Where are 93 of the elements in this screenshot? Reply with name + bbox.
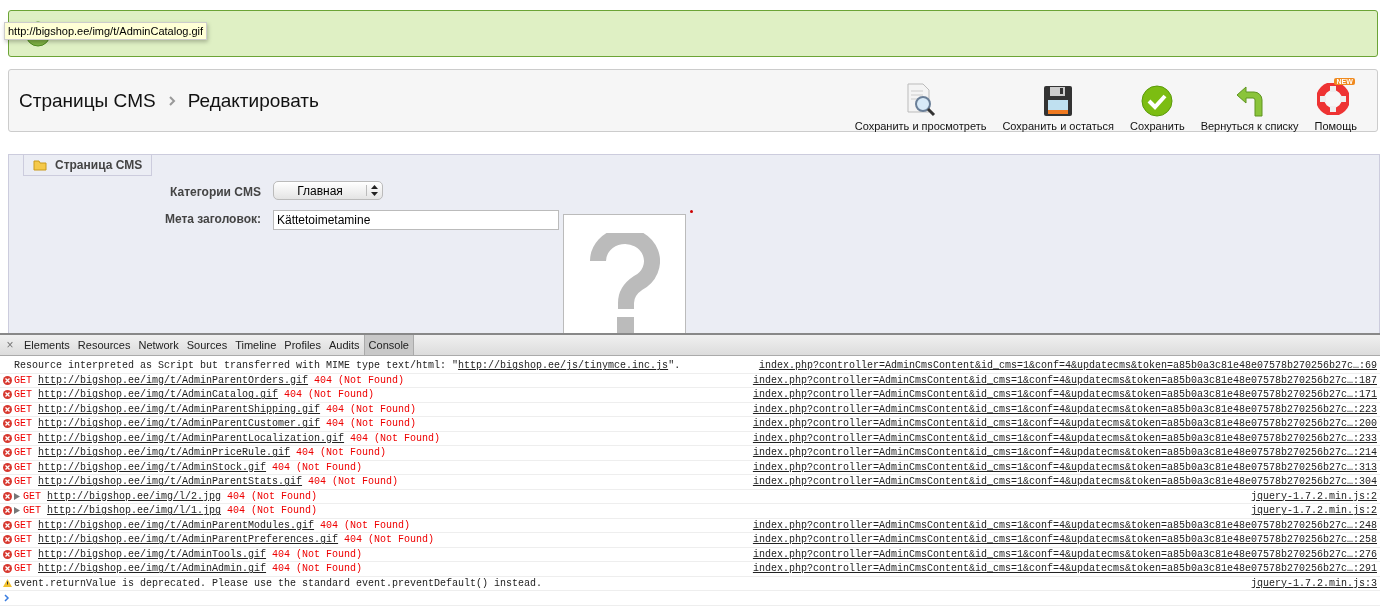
console-message: event.returnValue is deprecated. Please use the standard event.preventDefault() instead. [14, 577, 543, 589]
console-message: GET http://bigshop.ee/img/t/AdminParentLocalization.gif 404 (Not Found) [14, 432, 441, 444]
console-message: Resource interpreted as Script but transferred with MIME type text/html: "http://bigshop.ee/js/tinymce.inc.js". [14, 360, 681, 372]
source-link[interactable]: index.php?controller=AdminCmsContent&id_cms=1&conf=4&updatecms&token=a85b0a3c81e48e07578b270256b27c…:200 [752, 418, 1377, 430]
error-icon [2, 520, 12, 530]
devtools-tab[interactable]: Audits [325, 335, 364, 355]
warning-icon [2, 579, 12, 588]
devtools-tab[interactable]: Network [134, 335, 183, 355]
error-icon [2, 375, 12, 385]
source-link[interactable]: index.php?controller=AdminCmsContent&id_cms=1&conf=4&updatecms&token=a85b0a3c81e48e07578b270256b27c…:291 [752, 563, 1377, 575]
toolbar-button[interactable]: Вернуться к списку [1192, 84, 1307, 132]
source-link[interactable]: index.php?controller=AdminCmsContent&id_cms=1&conf=4&updatecms&token=a85b0a3c81e48e07578b270256b27c…:304 [752, 476, 1377, 488]
error-icon [2, 462, 12, 472]
url-link[interactable]: http://bigshop.ee/img/t/AdminParentPreferences.gif [38, 534, 339, 546]
error-icon [2, 419, 12, 429]
url-link[interactable]: http://bigshop.ee/img/l/1.jpg [47, 505, 222, 517]
toolbar-button[interactable]: Сохранить [1122, 84, 1193, 132]
error-icon [2, 549, 12, 559]
toolbar-button[interactable]: Сохранить и остаться [994, 84, 1122, 132]
error-icon [2, 448, 12, 458]
error-icon [2, 535, 12, 545]
url-link[interactable]: http://bigshop.ee/img/t/AdminParentCustomer.gif [38, 418, 321, 430]
error-icon [2, 564, 12, 574]
console-message: GET http://bigshop.ee/img/t/AdminParentCustomer.gif 404 (Not Found) [14, 418, 417, 430]
document-magnifier-icon [904, 82, 937, 117]
console-message: GET http://bigshop.ee/img/l/2.jpg 404 (Not Found) [23, 490, 318, 502]
console-message: GET http://bigshop.ee/img/t/AdminParentModules.gif 404 (Not Found) [14, 519, 411, 531]
category-select[interactable]: Главная [273, 181, 383, 200]
folder-icon [33, 159, 47, 171]
source-link[interactable]: index.php?controller=AdminCmsContent&id_cms=1&conf=4&updatecms&token=a85b0a3c81e48e07578b270256b27c…:69 [758, 360, 1377, 372]
console-message: GET http://bigshop.ee/img/t/AdminTools.gif 404 (Not Found) [14, 548, 363, 560]
console-message: GET http://bigshop.ee/img/t/AdminStock.gif 404 (Not Found) [14, 461, 363, 473]
url-link[interactable]: http://bigshop.ee/img/l/2.jpg [47, 490, 222, 502]
devtools-tab[interactable]: Elements [20, 335, 74, 355]
url-link[interactable]: http://bigshop.ee/img/t/AdminAdmin.gif [38, 563, 267, 575]
console-message: GET http://bigshop.ee/img/t/AdminParentShipping.gif 404 (Not Found) [14, 403, 417, 415]
url-link[interactable]: http://bigshop.ee/img/t/AdminParentShipping.gif [38, 403, 321, 415]
url-link[interactable]: http://bigshop.ee/img/t/AdminPriceRule.gif [38, 447, 291, 459]
devtools-tab[interactable]: Sources [182, 335, 232, 355]
error-icon [2, 404, 12, 414]
console-message: GET http://bigshop.ee/img/t/AdminParentPreferences.gif 404 (Not Found) [14, 534, 435, 546]
toolbar-button[interactable]: Сохранить и просмотреть [846, 82, 995, 132]
devtools-tab[interactable]: Timeline [231, 335, 281, 355]
url-link[interactable]: http://bigshop.ee/img/t/AdminParentLocalization.gif [38, 432, 345, 444]
input-field[interactable]: Kättetoimetamine [273, 210, 559, 230]
return-arrow-icon [1234, 84, 1265, 117]
devtools-tab[interactable]: Profiles [280, 335, 325, 355]
source-link[interactable]: jquery-1.7.2.min.js:3 [1250, 577, 1377, 589]
prompt-icon[interactable] [4, 593, 10, 602]
url-link[interactable]: http://bigshop.ee/img/t/AdminStock.gif [38, 461, 267, 473]
url-link[interactable]: http://bigshop.ee/img/t/AdminParentStats.gif [38, 476, 303, 488]
url-link[interactable]: http://bigshop.ee/js/tinymce.inc.js [458, 360, 669, 372]
source-link[interactable]: index.php?controller=AdminCmsContent&id_cms=1&conf=4&updatecms&token=a85b0a3c81e48e07578b270256b27c…:258 [752, 534, 1377, 546]
checkmark-icon [1141, 84, 1174, 117]
field-label: Мета заголовок: [163, 211, 262, 226]
field-label: Категории CMS [169, 183, 262, 199]
source-link[interactable]: index.php?controller=AdminCmsContent&id_cms=1&conf=4&updatecms&token=a85b0a3c81e48e07578b270256b27c…:187 [752, 374, 1377, 386]
source-link[interactable]: index.php?controller=AdminCmsContent&id_cms=1&conf=4&updatecms&token=a85b0a3c81e48e07578b270256b27c…:233 [752, 432, 1377, 444]
legend-title: Страница CMS [55, 158, 143, 172]
source-link[interactable]: index.php?controller=AdminCmsContent&id_cms=1&conf=4&updatecms&token=a85b0a3c81e48e07578b270256b27c…:223 [752, 403, 1377, 415]
devtools-tab[interactable]: Resources [73, 335, 135, 355]
expand-triangle-icon[interactable] [14, 492, 20, 500]
source-link[interactable]: index.php?controller=AdminCmsContent&id_cms=1&conf=4&updatecms&token=a85b0a3c81e48e07578b270256b27c…:276 [752, 548, 1377, 560]
source-link[interactable]: index.php?controller=AdminCmsContent&id_cms=1&conf=4&updatecms&token=a85b0a3c81e48e07578b270256b27c…:214 [752, 447, 1377, 459]
tooltip: http://bigshop.ee/img/t/AdminCatalog.gif [4, 22, 208, 40]
chevron-icon [167, 95, 176, 106]
console-message: GET http://bigshop.ee/img/t/AdminCatalog.gif 404 (Not Found) [14, 389, 375, 401]
console-message: GET http://bigshop.ee/img/t/AdminPriceRule.gif 404 (Not Found) [14, 447, 387, 459]
breadcrumb-item: Редактировать [187, 89, 319, 112]
error-icon [2, 477, 12, 487]
url-link[interactable]: http://bigshop.ee/img/t/AdminParentModules.gif [38, 519, 315, 531]
error-icon [2, 491, 12, 501]
source-link[interactable]: index.php?controller=AdminCmsContent&id_cms=1&conf=4&updatecms&token=a85b0a3c81e48e07578b270256b27c…:248 [752, 519, 1377, 531]
error-icon [2, 433, 12, 443]
console-message: GET http://bigshop.ee/img/l/1.jpg 404 (Not Found) [23, 505, 318, 517]
url-link[interactable]: http://bigshop.ee/img/t/AdminTools.gif [38, 548, 267, 560]
devtools-tab[interactable]: Console [363, 335, 414, 355]
console-message: GET http://bigshop.ee/img/t/AdminParentOrders.gif 404 (Not Found) [14, 374, 405, 386]
source-link[interactable]: jquery-1.7.2.min.js:2 [1250, 505, 1377, 517]
required-dot-icon [690, 210, 693, 213]
source-link[interactable]: index.php?controller=AdminCmsContent&id_cms=1&conf=4&updatecms&token=a85b0a3c81e48e07578b270256b27c…:313 [752, 461, 1377, 473]
console-message: GET http://bigshop.ee/img/t/AdminAdmin.gif 404 (Not Found) [14, 563, 363, 575]
close-button[interactable]: × [0, 335, 20, 355]
console-message: GET http://bigshop.ee/img/t/AdminParentStats.gif 404 (Not Found) [14, 476, 399, 488]
expand-triangle-icon[interactable] [14, 507, 20, 515]
url-link[interactable]: http://bigshop.ee/img/t/AdminCatalog.gif [38, 389, 279, 401]
source-link[interactable]: jquery-1.7.2.min.js:2 [1250, 490, 1377, 502]
lifebuoy-icon [1316, 82, 1349, 115]
url-link[interactable]: http://bigshop.ee/img/t/AdminParentOrders.gif [38, 374, 309, 386]
error-icon [2, 506, 12, 516]
breadcrumb-item[interactable]: Страницы CMS [19, 89, 156, 112]
source-link[interactable]: index.php?controller=AdminCmsContent&id_cms=1&conf=4&updatecms&token=a85b0a3c81e48e07578b270256b27c…:171 [752, 389, 1377, 401]
error-icon [2, 390, 12, 400]
